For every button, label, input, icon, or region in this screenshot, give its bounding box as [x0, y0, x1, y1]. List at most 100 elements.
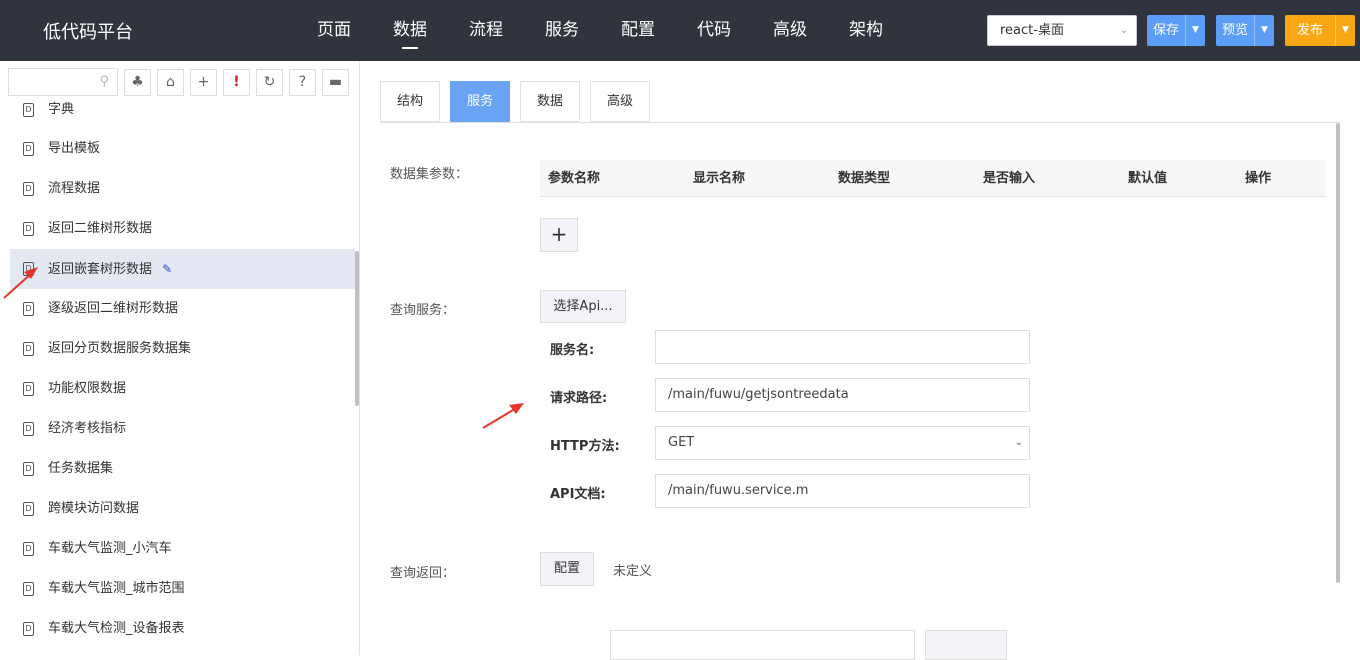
project-select-value: react-桌面: [1000, 23, 1064, 38]
tag-icon[interactable]: ⌂: [157, 68, 184, 96]
tree-item[interactable]: D 经济考核指标: [10, 409, 355, 449]
document-icon: D: [23, 382, 34, 396]
col-data-type: 数据类型: [838, 171, 891, 186]
api-doc-label: API文档:: [550, 487, 606, 502]
tree-item-label: 导出模板: [48, 141, 101, 156]
tree-item[interactable]: D 返回二维树形数据: [10, 209, 355, 249]
col-action: 操作: [1245, 171, 1272, 186]
col-is-input: 是否输入: [983, 171, 1036, 186]
tree-item-label: 经济考核指标: [48, 421, 127, 436]
select-api-button[interactable]: 选择Api...: [540, 290, 626, 323]
http-method-select[interactable]: GET ⌄: [655, 426, 1030, 460]
search-icon: ⚲: [99, 74, 109, 89]
save-button-group: 保存 ▼: [1147, 15, 1206, 46]
preview-button[interactable]: 预览: [1216, 15, 1254, 46]
nav-service[interactable]: 服务: [524, 0, 600, 61]
tree-item[interactable]: D 流程数据: [10, 169, 355, 209]
preview-dropdown-icon[interactable]: ▼: [1254, 15, 1274, 46]
nav-advanced[interactable]: 高级: [752, 0, 828, 61]
sidebar: ⚲ ♣ ⌂ + ! ↻ ? ▬ D 字典 D 导出模板 D 流程数据 D 返回二…: [0, 61, 360, 655]
add-param-button[interactable]: +: [540, 218, 578, 252]
dataset-params-label: 数据集参数：: [390, 167, 469, 182]
publish-dropdown-icon[interactable]: ▼: [1335, 15, 1355, 46]
http-method-label: HTTP方法:: [550, 439, 620, 454]
tree-item[interactable]: D 车载大气检测_设备报表: [10, 609, 355, 649]
undefined-status: 未定义: [613, 564, 653, 579]
api-doc-value: /main/fuwu.service.m: [668, 483, 809, 498]
tab-service[interactable]: 服务: [450, 81, 510, 122]
tree-item-label: 返回二维树形数据: [48, 221, 153, 236]
comment-icon[interactable]: ▬: [322, 68, 349, 96]
service-name-input[interactable]: [655, 330, 1030, 364]
config-button[interactable]: 配置: [540, 552, 594, 586]
tree-item[interactable]: D 跨模块访问数据: [10, 489, 355, 529]
request-path-value: /main/fuwu/getjsontreedata: [668, 387, 849, 402]
sidebar-toolbar: ⚲ ♣ ⌂ + ! ↻ ? ▬: [8, 67, 355, 97]
app-title: 低代码平台: [43, 22, 133, 43]
chevron-down-icon: ⌄: [1014, 437, 1023, 448]
tree-icon[interactable]: ♣: [124, 68, 151, 96]
nav-data[interactable]: 数据: [372, 0, 448, 61]
main-nav: 页面 数据 流程 服务 配置 代码 高级 架构: [296, 0, 904, 61]
document-icon: D: [23, 422, 34, 436]
document-icon: D: [23, 342, 34, 356]
refresh-icon[interactable]: ↻: [256, 68, 283, 96]
request-path-input[interactable]: /main/fuwu/getjsontreedata: [655, 378, 1030, 412]
nav-code[interactable]: 代码: [676, 0, 752, 61]
document-icon: D: [23, 462, 34, 476]
tab-structure[interactable]: 结构: [380, 81, 440, 122]
tab-advanced[interactable]: 高级: [590, 81, 650, 122]
tree-item-selected[interactable]: D 返回嵌套树形数据 ✎: [10, 249, 355, 289]
col-param-name: 参数名称: [548, 171, 601, 186]
detail-tabs: 结构 服务 数据 高级: [380, 81, 660, 122]
tree-item-label: 返回分页数据服务数据集: [48, 341, 192, 356]
tree-item-label: 跨模块访问数据: [48, 501, 140, 516]
partial-input[interactable]: [610, 630, 915, 660]
document-icon: D: [23, 502, 34, 516]
tree-item[interactable]: D 导出模板: [10, 129, 355, 169]
help-icon[interactable]: ?: [289, 68, 316, 96]
project-select[interactable]: react-桌面 ⌄: [987, 15, 1137, 46]
tree-item-label: 任务数据集: [48, 461, 114, 476]
save-dropdown-icon[interactable]: ▼: [1185, 15, 1205, 46]
document-icon: D: [23, 142, 34, 156]
param-table-header: 参数名称 显示名称 数据类型 是否输入 默认值 操作: [540, 160, 1326, 197]
pencil-icon[interactable]: ✎: [162, 262, 172, 276]
dataset-tree: D 字典 D 导出模板 D 流程数据 D 返回二维树形数据 D 返回嵌套树形数据…: [10, 101, 355, 655]
query-return-label: 查询返回：: [390, 566, 456, 581]
tree-item-label: 流程数据: [48, 181, 101, 196]
publish-button[interactable]: 发布: [1285, 15, 1335, 46]
tree-item[interactable]: D 车载大气监测_小汽车: [10, 529, 355, 569]
exclamation-icon[interactable]: !: [223, 68, 250, 96]
document-icon: D: [23, 622, 34, 636]
tree-item[interactable]: D 功能权限数据: [10, 369, 355, 409]
tree-item[interactable]: D 字典: [10, 101, 355, 130]
chevron-down-icon: ⌄: [1119, 25, 1128, 36]
main-scrollbar[interactable]: [1336, 123, 1340, 583]
sidebar-scrollbar[interactable]: [355, 251, 359, 406]
tree-item-label: 车载大气监测_小汽车: [48, 541, 172, 556]
tree-item[interactable]: D 返回分页数据服务数据集: [10, 329, 355, 369]
arrow-head: [509, 403, 524, 414]
nav-flow[interactable]: 流程: [448, 0, 524, 61]
tree-item[interactable]: D 逐级返回二维树形数据: [10, 289, 355, 329]
api-doc-input[interactable]: /main/fuwu.service.m: [655, 474, 1030, 508]
tree-item-label: 字典: [48, 102, 75, 117]
col-default-value: 默认值: [1128, 171, 1168, 186]
tree-item[interactable]: D 任务数据集: [10, 449, 355, 489]
partial-button[interactable]: [925, 630, 1007, 660]
annotation-arrow-sidebar: [3, 267, 38, 299]
plus-icon[interactable]: +: [190, 68, 217, 96]
nav-architecture[interactable]: 架构: [828, 0, 904, 61]
tab-data[interactable]: 数据: [520, 81, 580, 122]
document-icon: D: [23, 103, 34, 117]
tree-search-input[interactable]: ⚲: [8, 68, 118, 96]
preview-button-group: 预览 ▼: [1216, 15, 1275, 46]
save-button[interactable]: 保存: [1147, 15, 1185, 46]
nav-config[interactable]: 配置: [600, 0, 676, 61]
main-panel: 结构 服务 数据 高级 数据集参数： 参数名称 显示名称 数据类型 是否输入 默…: [361, 61, 1360, 660]
tree-item[interactable]: D 车载大气监测_城市范围: [10, 569, 355, 609]
nav-page[interactable]: 页面: [296, 0, 372, 61]
arrow-shaft: [482, 406, 519, 429]
query-service-label: 查询服务：: [390, 303, 456, 318]
